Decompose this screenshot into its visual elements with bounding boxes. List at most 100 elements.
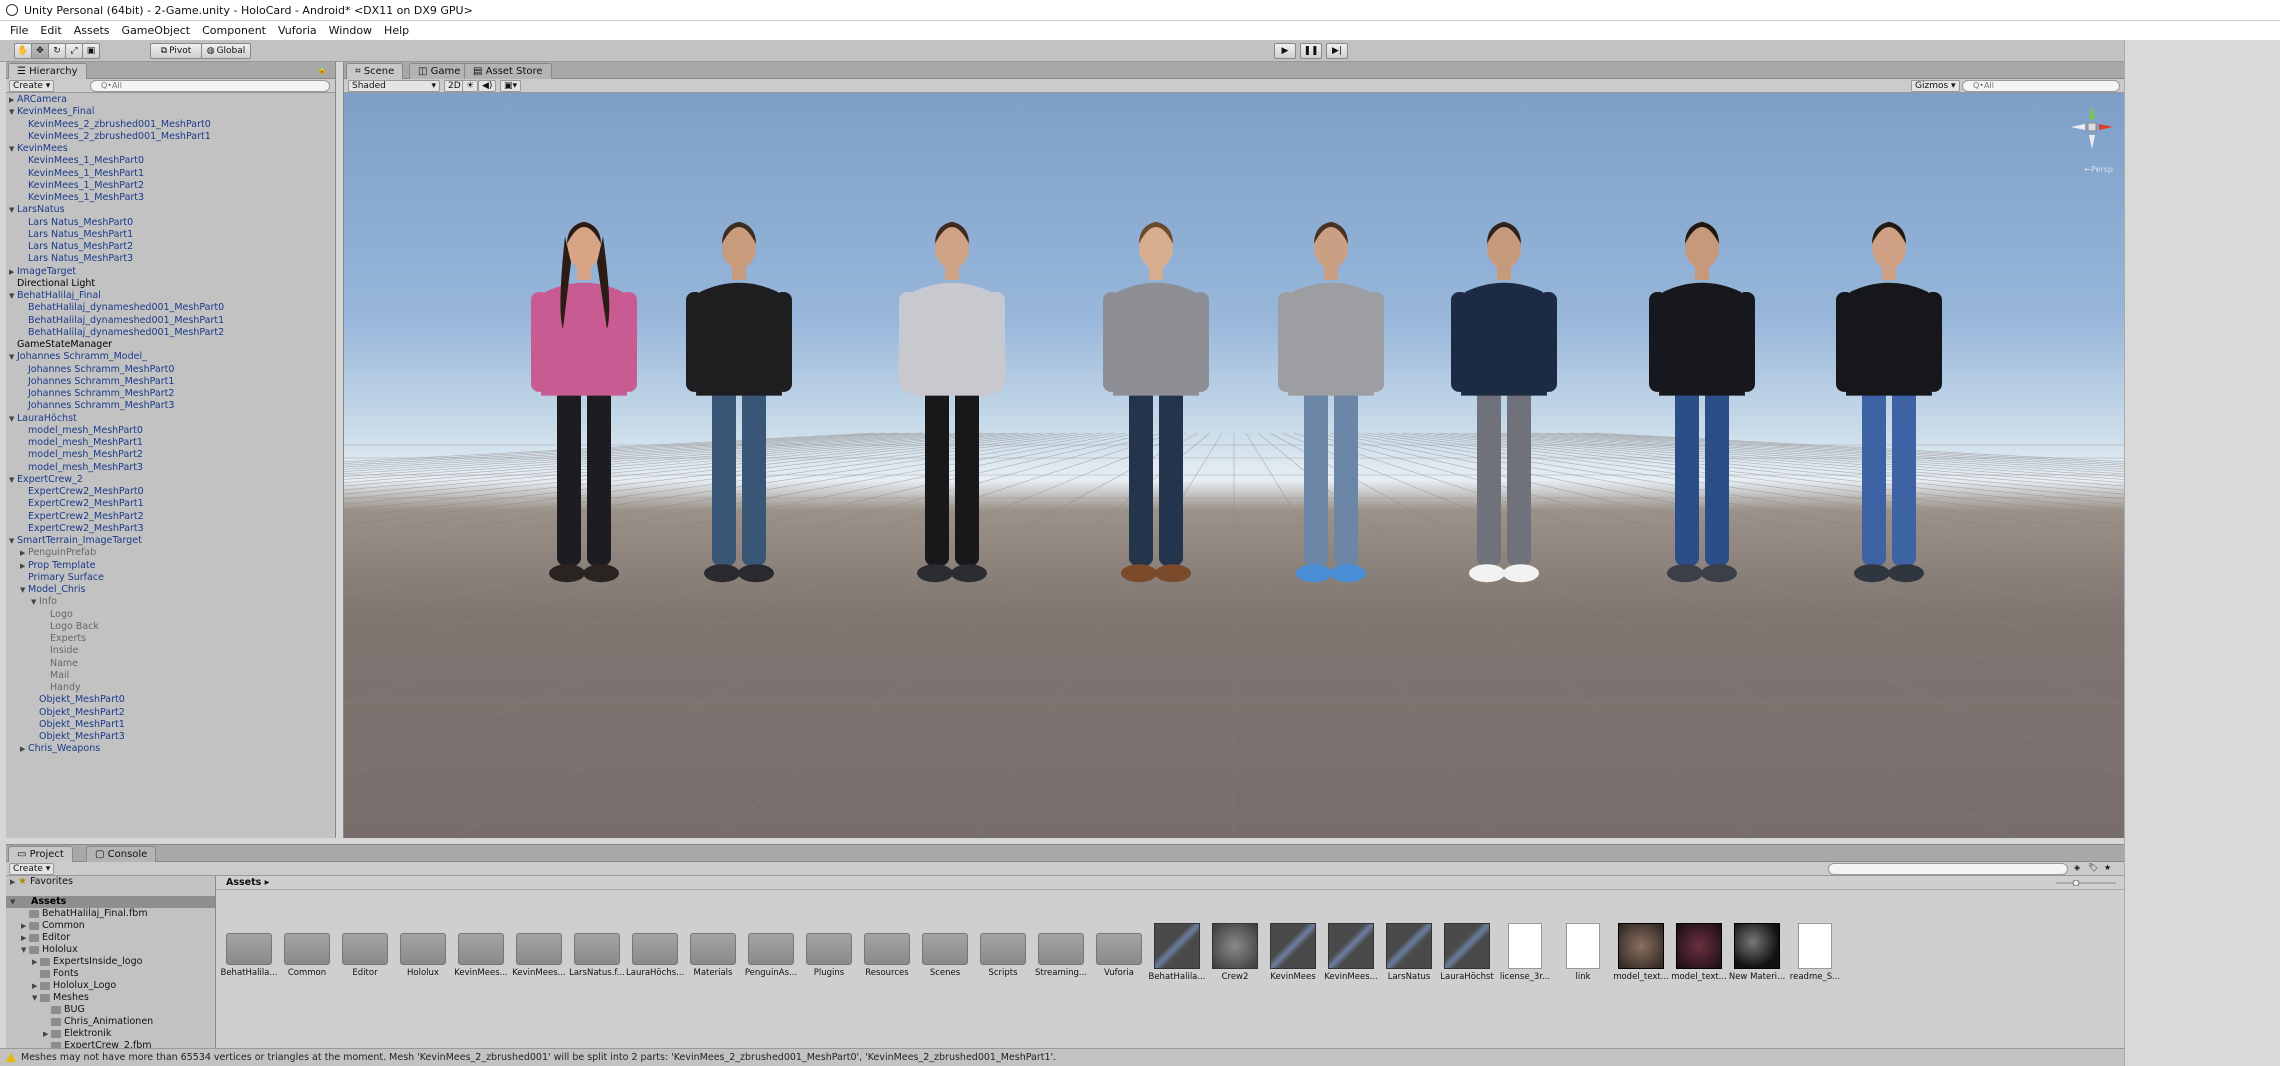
hierarchy-item[interactable]: model_mesh_MeshPart0: [6, 425, 335, 437]
expand-down-icon[interactable]: ▼: [9, 204, 17, 216]
pivot-toggle-button[interactable]: ⧉ Pivot: [150, 43, 202, 59]
move-tool-button[interactable]: ✥: [31, 43, 49, 59]
hierarchy-item[interactable]: KevinMees_1_MeshPart1: [6, 168, 335, 180]
persp-label[interactable]: ←Persp: [2084, 165, 2113, 174]
scanned-person[interactable]: [1103, 221, 1209, 583]
menu-item-window[interactable]: Window: [329, 24, 372, 37]
thumbnail-size-slider[interactable]: [2056, 880, 2116, 886]
hierarchy-item[interactable]: KevinMees_2_zbrushed001_MeshPart1: [6, 131, 335, 143]
hierarchy-item[interactable]: ▶ Prop Template: [6, 560, 335, 572]
hierarchy-item[interactable]: model_mesh_MeshPart1: [6, 437, 335, 449]
favorite-star-icon[interactable]: ★: [2104, 863, 2111, 872]
project-tree-item[interactable]: BehatHalilaj_Final.fbm: [6, 908, 215, 920]
menu-item-vuforia[interactable]: Vuforia: [278, 24, 317, 37]
asset-model[interactable]: KevinMees: [1264, 923, 1322, 982]
hierarchy-item[interactable]: Lars Natus_MeshPart2: [6, 241, 335, 253]
asset-model[interactable]: Crew2: [1206, 923, 1264, 982]
tab-hierarchy[interactable]: ☰ Hierarchy: [8, 63, 87, 79]
gizmos-dropdown[interactable]: Gizmos ▾: [1911, 80, 1960, 92]
hierarchy-item[interactable]: Lars Natus_MeshPart1: [6, 229, 335, 241]
expand-right-icon[interactable]: ▶: [20, 560, 28, 572]
expand-right-icon[interactable]: ▶: [21, 932, 29, 944]
hierarchy-item[interactable]: Experts: [6, 633, 335, 645]
hierarchy-item[interactable]: BehatHalilaj_dynameshed001_MeshPart2: [6, 327, 335, 339]
menu-item-assets[interactable]: Assets: [74, 24, 110, 37]
hierarchy-item[interactable]: BehatHalilaj_dynameshed001_MeshPart1: [6, 315, 335, 327]
tab-scene[interactable]: ⌗ Scene: [346, 63, 404, 79]
hierarchy-item[interactable]: ▼ KevinMees: [6, 143, 335, 155]
expand-right-icon[interactable]: ▶: [9, 266, 17, 278]
hierarchy-item[interactable]: Johannes Schramm_MeshPart2: [6, 388, 335, 400]
hierarchy-item[interactable]: Name: [6, 658, 335, 670]
hierarchy-item[interactable]: model_mesh_MeshPart2: [6, 449, 335, 461]
scanned-person[interactable]: [899, 221, 1005, 583]
expand-right-icon[interactable]: ▶: [20, 547, 28, 559]
hierarchy-item[interactable]: Objekt_MeshPart3: [6, 731, 335, 743]
expand-down-icon[interactable]: ▼: [9, 413, 17, 425]
project-search-input[interactable]: [1828, 863, 2068, 875]
project-tree-item[interactable]: ▶ Editor: [6, 932, 215, 944]
hierarchy-item[interactable]: GameStateManager: [6, 339, 335, 351]
project-tree-item[interactable]: BUG: [6, 1004, 215, 1016]
hierarchy-item[interactable]: model_mesh_MeshPart3: [6, 462, 335, 474]
asset-folder[interactable]: Plugins: [800, 923, 858, 978]
expand-down-icon[interactable]: ▼: [31, 596, 39, 608]
console-status-bar[interactable]: Meshes may not have more than 65534 vert…: [0, 1048, 2124, 1066]
asset-folder[interactable]: Hololux: [394, 923, 452, 978]
hierarchy-item[interactable]: Objekt_MeshPart0: [6, 694, 335, 706]
expand-down-icon[interactable]: ▼: [32, 992, 40, 1004]
expand-right-icon[interactable]: ▶: [32, 980, 40, 992]
hierarchy-item[interactable]: ▶ PenguinPrefab: [6, 547, 335, 559]
expand-down-icon[interactable]: ▼: [9, 143, 17, 155]
project-create-dropdown[interactable]: Create ▾: [9, 863, 55, 875]
asset-model[interactable]: LauraHöchst: [1438, 923, 1496, 982]
scale-tool-button[interactable]: ⤢: [65, 43, 83, 59]
hierarchy-item[interactable]: KevinMees_1_MeshPart0: [6, 155, 335, 167]
scanned-person[interactable]: [1278, 221, 1384, 583]
hierarchy-search-input[interactable]: Q•All: [90, 80, 330, 92]
asset-folder[interactable]: KevinMees...: [452, 923, 510, 978]
project-tree-item[interactable]: ▶ Common: [6, 920, 215, 932]
asset-folder[interactable]: KevinMees...: [510, 923, 568, 978]
step-button[interactable]: ▶|: [1326, 43, 1348, 59]
asset-folder[interactable]: LauraHöchs...: [626, 923, 684, 978]
asset-texture[interactable]: model_text...: [1612, 923, 1670, 982]
project-tree-item[interactable]: ▶ ExpertsInside_logo: [6, 956, 215, 968]
hierarchy-item[interactable]: KevinMees_1_MeshPart2: [6, 180, 335, 192]
hierarchy-item[interactable]: Handy: [6, 682, 335, 694]
hierarchy-item[interactable]: Johannes Schramm_MeshPart1: [6, 376, 335, 388]
expand-down-icon[interactable]: ▼: [9, 535, 17, 547]
asset-folder[interactable]: Streaming...: [1032, 923, 1090, 978]
hierarchy-item[interactable]: Mail: [6, 670, 335, 682]
project-tree-item[interactable]: ▼ Assets: [6, 896, 215, 908]
asset-breadcrumb[interactable]: Assets ▸: [216, 876, 2124, 890]
project-tree-item[interactable]: ▶ Hololux_Logo: [6, 980, 215, 992]
hierarchy-item[interactable]: KevinMees_2_zbrushed001_MeshPart0: [6, 119, 335, 131]
lighting-toggle[interactable]: ☀: [462, 80, 479, 92]
hierarchy-item[interactable]: ▼ Model_Chris: [6, 584, 335, 596]
asset-folder[interactable]: Vuforia: [1090, 923, 1148, 978]
effects-dropdown[interactable]: ▣▾: [500, 80, 522, 92]
scene-viewport[interactable]: ←Persp: [344, 93, 2124, 838]
hierarchy-item[interactable]: ExpertCrew2_MeshPart3: [6, 523, 335, 535]
filter-label-icon[interactable]: 🏷: [2088, 863, 2098, 872]
expand-right-icon[interactable]: ▶: [9, 94, 17, 106]
expand-right-icon[interactable]: ▶: [21, 920, 29, 932]
filter-type-icon[interactable]: ◈: [2074, 863, 2080, 872]
hierarchy-item[interactable]: ▼ BehatHalilaj_Final: [6, 290, 335, 302]
asset-folder[interactable]: Common: [278, 923, 336, 978]
hierarchy-item[interactable]: Lars Natus_MeshPart0: [6, 217, 335, 229]
hierarchy-item[interactable]: Objekt_MeshPart2: [6, 707, 335, 719]
create-dropdown[interactable]: Create ▾: [9, 80, 55, 92]
expand-down-icon[interactable]: ▼: [21, 944, 29, 956]
hierarchy-item[interactable]: Logo Back: [6, 621, 335, 633]
hierarchy-item[interactable]: ▼ ExpertCrew_2: [6, 474, 335, 486]
hierarchy-item[interactable]: Logo: [6, 609, 335, 621]
asset-folder[interactable]: LarsNatus.f...: [568, 923, 626, 978]
shading-mode-dropdown[interactable]: Shaded ▾: [348, 80, 440, 92]
hierarchy-item[interactable]: ▼ Info: [6, 596, 335, 608]
expand-down-icon[interactable]: ▼: [9, 106, 17, 118]
hierarchy-item[interactable]: Primary Surface: [6, 572, 335, 584]
hierarchy-item[interactable]: ▼ LauraHöchst: [6, 413, 335, 425]
asset-folder[interactable]: Scripts: [974, 923, 1032, 978]
